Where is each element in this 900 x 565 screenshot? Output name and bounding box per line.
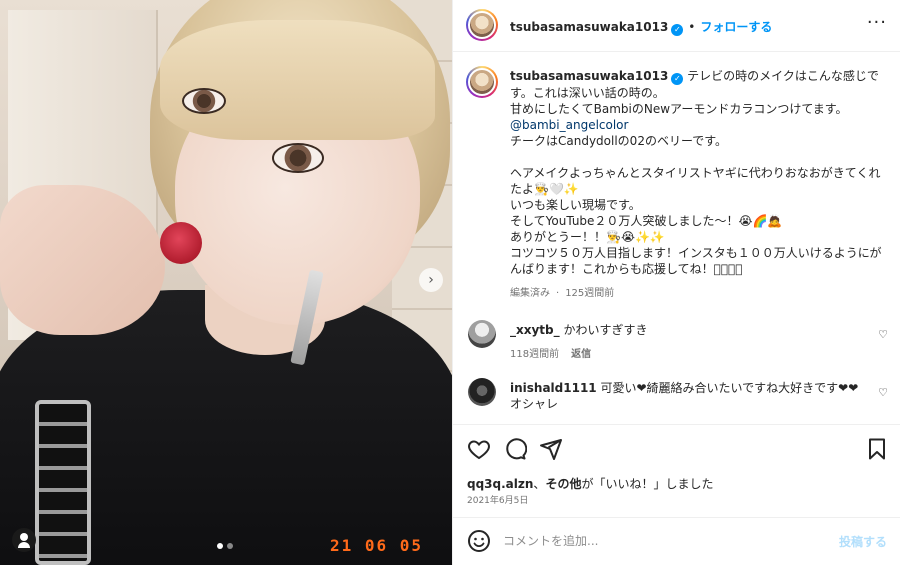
photo-strap	[35, 400, 91, 565]
carousel-dot	[227, 543, 233, 549]
comment-composer: 投稿する	[453, 517, 900, 565]
caption-line: ありがとうー！！👨‍🍳😭✨✨	[510, 230, 665, 244]
photo-date-stamp: 21 06 05	[330, 536, 424, 555]
carousel-dot-active	[217, 543, 223, 549]
emoji-icon[interactable]	[467, 529, 491, 553]
caption-avatar[interactable]	[466, 66, 498, 98]
caption-line: そしてYouTube２０万人突破しました〜！😭🌈🙇	[510, 214, 783, 228]
likes-separator: 、	[533, 477, 546, 491]
photo-eye-right	[272, 143, 324, 173]
carousel-dots	[217, 543, 233, 549]
bookmark-icon[interactable]	[865, 437, 889, 461]
caption: tsubasamasuwaka1013 ✓ テレビの時のメイクはこんな感じです。こ…	[510, 68, 890, 277]
post-details-pane: tsubasamasuwaka1013 ✓ • フォローする ··· tsubasam…	[452, 0, 900, 565]
more-options-icon[interactable]: ···	[867, 14, 887, 32]
comment-meta: 118週間前 返信	[510, 345, 603, 360]
header-separator: •	[688, 20, 696, 34]
caption-edited-label: 編集済み	[510, 288, 550, 299]
chevron-right-icon[interactable]: ›	[419, 268, 443, 292]
comment-bubble-icon[interactable]	[503, 437, 528, 461]
photo-lips	[160, 222, 202, 264]
comments-section[interactable]: tsubasamasuwaka1013 ✓ テレビの時のメイクはこんな感じです。こ…	[453, 52, 900, 424]
comment-text-row: inishald1111 可愛い❤綺麗絡み合いたいですね大好きです❤❤オシャレ	[510, 380, 865, 412]
comment-text-row: _xxytb_ かわいすぎすき	[510, 322, 865, 338]
caption-line: チークはCandydollの02のベリーです。	[510, 134, 728, 148]
verified-badge-icon: ✓	[671, 24, 684, 36]
comment-like-heart-icon[interactable]: ♡	[878, 328, 888, 341]
comment-username[interactable]: inishald1111	[510, 381, 597, 395]
header-row: tsubasamasuwaka1013 ✓ • フォローする	[510, 18, 772, 36]
post-comment-button[interactable]: 投稿する	[839, 533, 887, 550]
caption-line: ヘアメイクよっちゃんとスタイリストヤギに代わりおなおがきてくれたよ👨‍🍳🤍✨	[510, 166, 881, 196]
likes-summary: qq3q.alzn、その他が「いいね！」しました	[467, 475, 713, 492]
follow-button[interactable]: フォローする	[700, 20, 772, 34]
user-tag-icon[interactable]	[12, 528, 36, 552]
caption-line: いつも楽しい現場です。	[510, 198, 641, 212]
post-photo[interactable]: › 21 06 05	[0, 0, 452, 565]
reply-button[interactable]: 返信	[571, 349, 591, 360]
photo-eye-left	[182, 88, 226, 114]
comment-username[interactable]: _xxytb_	[510, 323, 560, 337]
verified-badge-icon: ✓	[671, 73, 684, 85]
likes-others-link[interactable]: その他	[545, 477, 581, 491]
comment-time[interactable]: 118週間前	[510, 349, 559, 360]
caption-mention-link[interactable]: @bambi_angelcolor	[510, 118, 628, 132]
comment-input[interactable]	[503, 531, 823, 551]
comment-avatar[interactable]	[468, 378, 496, 406]
likes-suffix: が「いいね！」しました	[581, 477, 714, 491]
caption-line: コツコツ５０万人目指します！インスタも１００万人いけるようにがんばります！これか…	[510, 246, 882, 276]
avatar[interactable]	[466, 9, 498, 41]
post-date[interactable]: 2021年6月5日	[467, 493, 528, 506]
likes-user-link[interactable]: qq3q.alzn	[467, 477, 533, 491]
photo-fringe	[160, 20, 435, 140]
post-header: tsubasamasuwaka1013 ✓ • フォローする ···	[453, 0, 900, 52]
share-paper-plane-icon[interactable]	[539, 437, 563, 461]
comment-like-heart-icon[interactable]: ♡	[878, 386, 888, 399]
caption-username[interactable]: tsubasamasuwaka1013	[510, 69, 668, 83]
instagram-post-modal: › 21 06 05 tsubasamasuwaka1013 ✓ • フォローする ·…	[0, 0, 900, 565]
like-heart-icon[interactable]	[467, 437, 491, 461]
comment-text: かわいすぎすき	[563, 323, 648, 337]
caption-dot: ·	[556, 288, 560, 299]
caption-time[interactable]: 125週間前	[565, 288, 614, 299]
caption-line: 甘めにしたくてBambiのNewアーモンドカラコンつけてます。	[510, 102, 848, 116]
header-username[interactable]: tsubasamasuwaka1013	[510, 20, 668, 34]
caption-meta: 編集済み · 125週間前	[510, 284, 620, 299]
comment-avatar[interactable]	[468, 320, 496, 348]
